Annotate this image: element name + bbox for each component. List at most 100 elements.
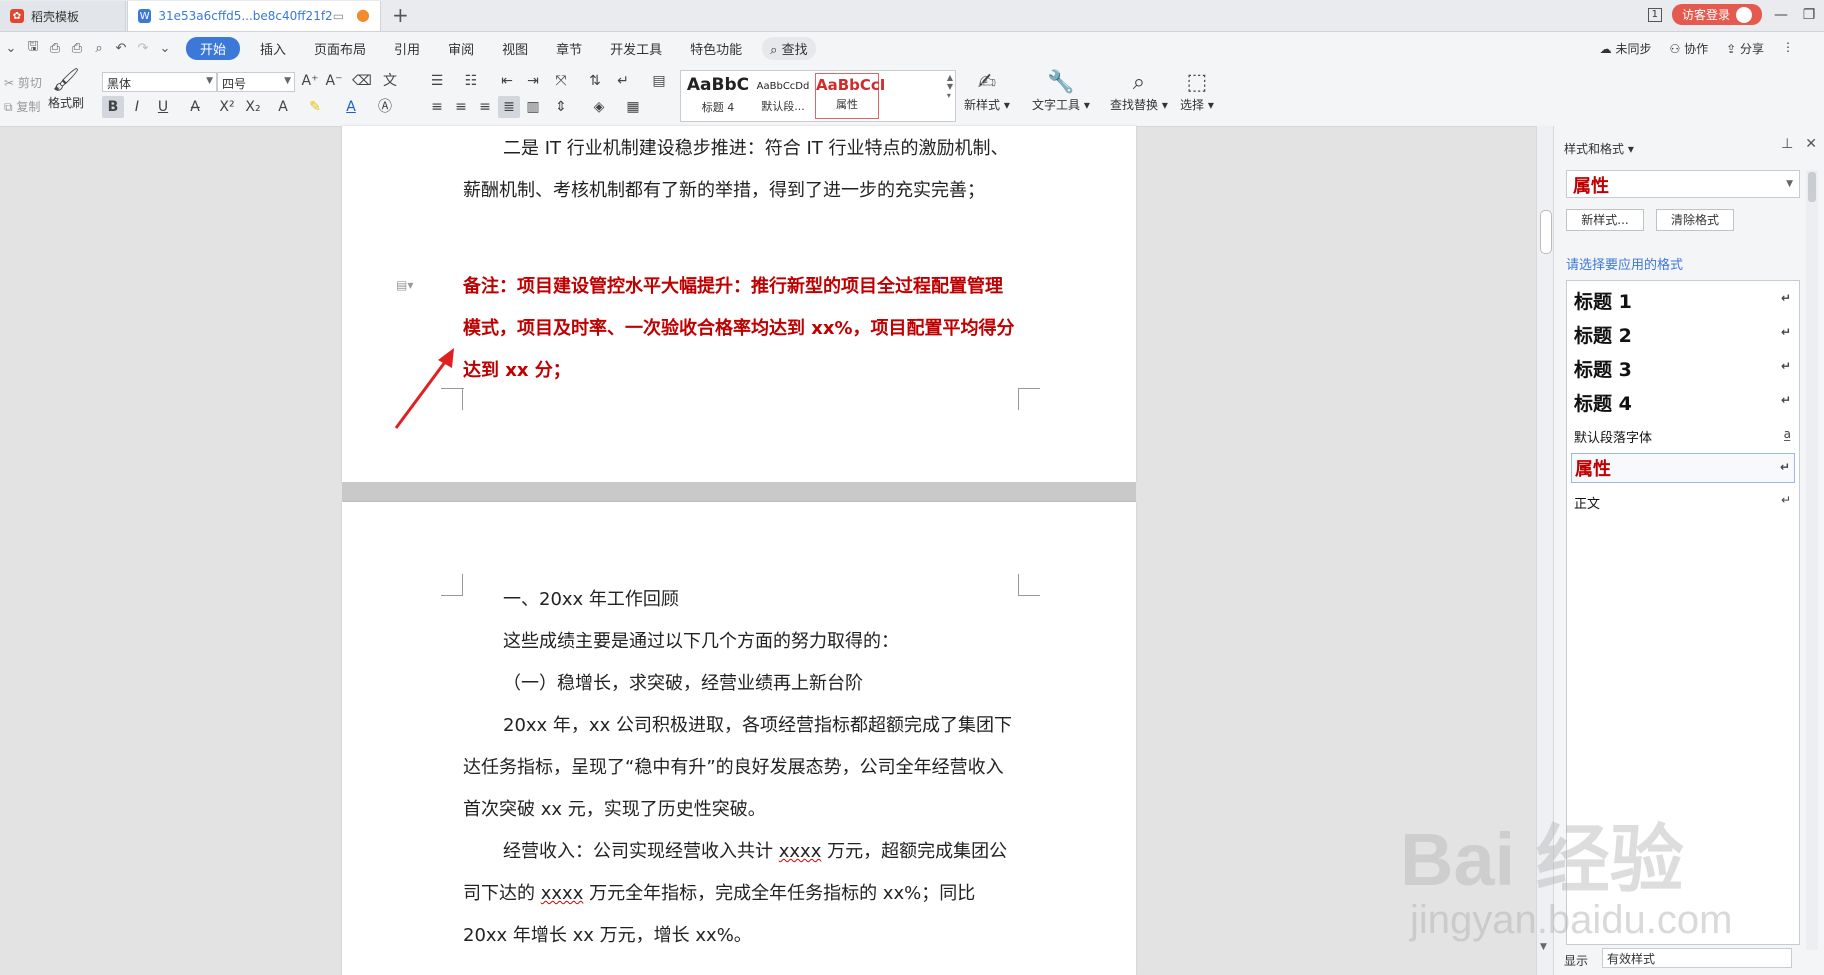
list-item[interactable]: 正文 ↵: [1571, 487, 1795, 517]
list-item[interactable]: 标题 1 ↵: [1571, 285, 1795, 315]
customize-chevron-icon[interactable]: ⌄: [154, 41, 176, 56]
bold-icon[interactable]: B: [102, 96, 124, 118]
paragraph[interactable]: 二是 IT 行业机制建设稳步推进：符合 IT 行业特点的激励机制、薪酬机制、考核…: [463, 128, 1018, 212]
paragraph[interactable]: 这些成绩主要是通过以下几个方面的努力取得的：: [463, 624, 1018, 660]
copy-button[interactable]: ⧉ 复制: [4, 98, 40, 115]
menu-references[interactable]: 引用: [380, 39, 434, 58]
print-preview-icon[interactable]: ⌕: [88, 41, 110, 56]
sort-icon[interactable]: ⇅: [584, 70, 606, 92]
subscript-icon[interactable]: X₂: [242, 96, 264, 118]
menu-review[interactable]: 审阅: [434, 39, 488, 58]
list-item[interactable]: 标题 3 ↵: [1571, 353, 1795, 383]
decrease-indent-icon[interactable]: ⇤: [496, 70, 518, 92]
italic-icon[interactable]: I: [126, 96, 148, 118]
menu-developer[interactable]: 开发工具: [596, 39, 676, 58]
list-item[interactable]: 标题 4 ↵: [1571, 387, 1795, 417]
style-default-paragraph-button[interactable]: AaBbCcDd 默认段...: [751, 75, 815, 114]
menu-features[interactable]: 特色功能: [676, 39, 756, 58]
paragraph[interactable]: 20xx 年，xx 公司积极进取，各项经营指标都超额完成了集团下达任务指标，呈现…: [463, 705, 1018, 831]
font-color-icon[interactable]: A: [340, 96, 362, 118]
style-heading4-button[interactable]: AaBbC 标题 4: [685, 75, 751, 115]
restore-icon[interactable]: ❐: [1800, 7, 1818, 23]
select-button[interactable]: ⬚ 选择 ▾: [1180, 70, 1214, 113]
new-style-panel-button[interactable]: 新样式...: [1566, 209, 1644, 231]
panel-title[interactable]: 样式和格式 ▾: [1564, 140, 1634, 157]
clear-format-icon[interactable]: ⌫: [351, 70, 373, 92]
increase-indent-icon[interactable]: ⇥: [522, 70, 544, 92]
shading-icon[interactable]: ◈: [588, 96, 610, 118]
highlight-icon[interactable]: ✎: [304, 96, 326, 118]
underline-icon[interactable]: U: [152, 96, 174, 118]
clear-format-button[interactable]: 清除格式: [1656, 209, 1734, 231]
close-icon[interactable]: ✕: [1805, 136, 1817, 152]
current-style-select[interactable]: 属性 ▼: [1566, 170, 1800, 198]
find-replace-button[interactable]: ⌕ 查找替换 ▾: [1110, 70, 1168, 113]
tab-docer-templates[interactable]: ✿ 稻壳模板: [0, 1, 126, 31]
line-spacing-icon[interactable]: ⇕: [550, 96, 572, 118]
document-page-1[interactable]: 二是 IT 行业机制建设稳步推进：符合 IT 行业特点的激励机制、薪酬机制、考核…: [342, 126, 1136, 482]
menu-chapter[interactable]: 章节: [542, 39, 596, 58]
document-page-2[interactable]: 一、20xx 年工作回顾 这些成绩主要是通过以下几个方面的努力取得的： （一）稳…: [342, 502, 1136, 975]
minimize-icon[interactable]: —: [1772, 7, 1790, 23]
cut-button[interactable]: ✂ 剪切: [4, 74, 42, 91]
heading-2[interactable]: （一）稳增长，求突破，经营业绩再上新台阶: [463, 666, 1018, 702]
justify-icon[interactable]: ≣: [498, 96, 520, 118]
shrink-font-icon[interactable]: A⁻: [323, 70, 345, 92]
align-left-icon[interactable]: ≡: [426, 96, 448, 118]
text-tools-button[interactable]: 🔧 文字工具 ▾: [1032, 70, 1090, 113]
more-icon[interactable]: ⋮: [1782, 40, 1794, 57]
font-size-select[interactable]: 四号 ▼: [217, 72, 295, 92]
sync-status-button[interactable]: ☁ 未同步: [1600, 40, 1652, 57]
format-painter-button[interactable]: 🖌 格式刷: [48, 68, 84, 111]
heading-1[interactable]: 一、20xx 年工作回顾: [463, 582, 1018, 618]
chinese-layout-icon[interactable]: ⤧: [550, 70, 572, 92]
note-paragraph[interactable]: 备注：项目建设管控水平大幅提升：推行新型的项目全过程配置管理模式，项目及时率、一…: [463, 266, 1018, 392]
scrollbar-thumb[interactable]: [1808, 172, 1816, 202]
menu-page-layout[interactable]: 页面布局: [300, 39, 380, 58]
menu-insert[interactable]: 插入: [246, 39, 300, 58]
strikethrough-icon[interactable]: A̶: [184, 96, 206, 118]
undo-icon[interactable]: ↶: [110, 41, 132, 56]
text-effect-icon[interactable]: A: [272, 96, 294, 118]
superscript-icon[interactable]: X²: [216, 96, 238, 118]
collaborate-button[interactable]: ⚇ 协作: [1669, 40, 1708, 57]
show-filter-select[interactable]: 有效样式: [1602, 948, 1792, 968]
print-icon[interactable]: ⎙: [66, 41, 88, 56]
paragraph-marker-icon[interactable]: ▤▾: [396, 278, 413, 292]
window-count-badge[interactable]: 1: [1647, 7, 1662, 22]
table-icon[interactable]: ▤: [648, 70, 670, 92]
new-tab-plus-icon[interactable]: +: [392, 3, 409, 27]
align-right-icon[interactable]: ≡: [474, 96, 496, 118]
guest-login-button[interactable]: 访客登录: [1671, 4, 1762, 25]
tab-preview-icon[interactable]: ▭: [333, 9, 344, 23]
font-name-select[interactable]: 黑体 ▼: [102, 72, 217, 92]
char-border-icon[interactable]: Ⓐ: [374, 96, 396, 118]
tab-document[interactable]: W 31e53a6cffd5...be8c40ff21f2 ▭ ●: [127, 1, 381, 31]
export-icon[interactable]: ⎙: [44, 41, 66, 56]
menu-view[interactable]: 视图: [488, 39, 542, 58]
share-button[interactable]: ⇪ 分享: [1726, 40, 1764, 57]
new-style-button[interactable]: ✍ 新样式 ▾: [964, 70, 1010, 113]
list-item-selected[interactable]: 属性 ↵: [1571, 453, 1795, 483]
borders-icon[interactable]: ▦: [622, 96, 644, 118]
panel-scrollbar[interactable]: [1806, 170, 1818, 950]
numbered-list-icon[interactable]: ☷: [460, 70, 482, 92]
show-marks-icon[interactable]: ↵: [612, 70, 634, 92]
style-attribute-button[interactable]: AaBbCcI 属性: [815, 73, 885, 119]
save-icon[interactable]: 🖫: [22, 37, 44, 59]
distribute-icon[interactable]: ▥: [522, 96, 544, 118]
menu-search-button[interactable]: ⌕ 查找: [762, 36, 816, 60]
pin-icon[interactable]: ⊥: [1781, 136, 1793, 152]
list-item[interactable]: 默认段落字体 a̲: [1571, 421, 1795, 451]
scroll-down-icon[interactable]: ▼: [1540, 942, 1547, 952]
redo-icon[interactable]: ↷: [132, 41, 154, 56]
scrollbar-thumb[interactable]: [1540, 210, 1552, 254]
list-item[interactable]: 标题 2 ↵: [1571, 319, 1795, 349]
phonetic-icon[interactable]: 文: [379, 70, 401, 92]
gallery-scroll-icon[interactable]: ▲ ▼ ▾: [947, 73, 953, 100]
align-center-icon[interactable]: ≡: [450, 96, 472, 118]
menu-home[interactable]: 开始: [186, 36, 241, 60]
paragraph[interactable]: 经营收入：公司实现经营收入共计 xxxx 万元，超额完成集团公司下达的 xxxx…: [463, 831, 1018, 957]
bullet-list-icon[interactable]: ☰: [426, 70, 448, 92]
grow-font-icon[interactable]: A⁺: [299, 70, 321, 92]
